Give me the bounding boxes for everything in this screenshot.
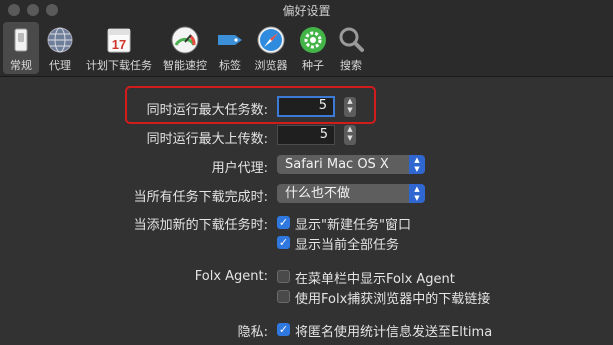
svg-text:17: 17 — [112, 37, 126, 52]
chevron-updown-icon: ▲ ▼ — [409, 155, 425, 174]
on-complete-label: 当所有任务下载完成时: — [133, 190, 268, 205]
max-uploads-label: 同时运行最大上传数: — [146, 132, 268, 147]
tab-torrents[interactable]: 种子 — [298, 22, 328, 74]
user-agent-value: Safari Mac OS X — [285, 157, 389, 172]
tab-search[interactable]: 搜索 — [336, 22, 366, 74]
speedometer-icon — [171, 26, 199, 54]
search-icon — [339, 27, 364, 52]
send-anonymous-stats-checkbox[interactable]: ✓ — [277, 323, 290, 336]
show-folx-agent-menubar-text: 在菜单栏中显示Folx Agent — [295, 272, 455, 287]
tab-browsers[interactable]: 浏览器 — [252, 22, 290, 74]
tab-proxy[interactable]: 代理 — [45, 22, 75, 74]
on-complete-select[interactable]: 什么也不做 ▲ ▼ — [277, 184, 425, 203]
tab-scheduled-downloads[interactable]: 17 计划下载任务 — [84, 22, 154, 74]
annotation-highlight-box — [125, 86, 376, 124]
user-agent-label: 用户代理: — [211, 161, 268, 176]
privacy-label: 隐私: — [237, 325, 268, 340]
capture-browser-links-text: 使用Folx捕获浏览器中的下载链接 — [295, 292, 491, 307]
tab-scheduled-downloads-label: 计划下载任务 — [86, 59, 152, 72]
show-new-task-window-checkbox[interactable]: ✓ — [277, 216, 290, 229]
max-uploads-stepper[interactable]: ▲ ▼ — [344, 125, 356, 145]
compass-icon — [257, 26, 285, 54]
tab-smart-speed[interactable]: 智能速控 — [160, 22, 210, 74]
show-all-tasks-text: 显示当前全部任务 — [295, 238, 400, 253]
window-title: 偏好设置 — [282, 4, 331, 18]
tab-proxy-label: 代理 — [49, 59, 71, 72]
max-uploads-field[interactable]: 5 — [277, 125, 335, 145]
tab-browsers-label: 浏览器 — [254, 59, 288, 72]
tab-smart-speed-label: 智能速控 — [163, 59, 207, 72]
tab-general-label: 常规 — [10, 59, 32, 72]
tab-search-label: 搜索 — [340, 59, 362, 72]
general-switch-icon — [14, 28, 28, 52]
tab-tags[interactable]: 标签 — [215, 22, 245, 74]
user-agent-select[interactable]: Safari Mac OS X ▲ ▼ — [277, 155, 425, 174]
globe-icon — [47, 27, 73, 53]
show-folx-agent-menubar-checkbox[interactable] — [277, 270, 290, 283]
on-add-label: 当添加新的下载任务时: — [133, 218, 268, 233]
tab-general[interactable]: 常规 — [3, 22, 39, 74]
tab-tags-label: 标签 — [219, 59, 241, 72]
calendar-icon: 17 — [107, 28, 131, 53]
gear-icon — [300, 27, 326, 53]
folx-agent-label: Folx Agent: — [194, 269, 268, 284]
capture-browser-links-checkbox[interactable] — [277, 290, 290, 303]
tab-torrents-label: 种子 — [302, 59, 324, 72]
title-bar: 偏好设置 — [0, 0, 613, 20]
show-all-tasks-checkbox[interactable]: ✓ — [277, 236, 290, 249]
tag-icon — [218, 35, 242, 45]
on-complete-value: 什么也不做 — [285, 186, 351, 201]
chevron-updown-icon: ▲ ▼ — [409, 184, 425, 203]
preferences-toolbar: 常规 代理 17 计划下载任务 智能速控 标签 浏览器 种子 搜索 — [0, 22, 613, 74]
send-anonymous-stats-text: 将匿名使用统计信息发送至Eltima — [295, 325, 493, 340]
show-new-task-window-text: 显示"新建任务"窗口 — [295, 218, 411, 233]
